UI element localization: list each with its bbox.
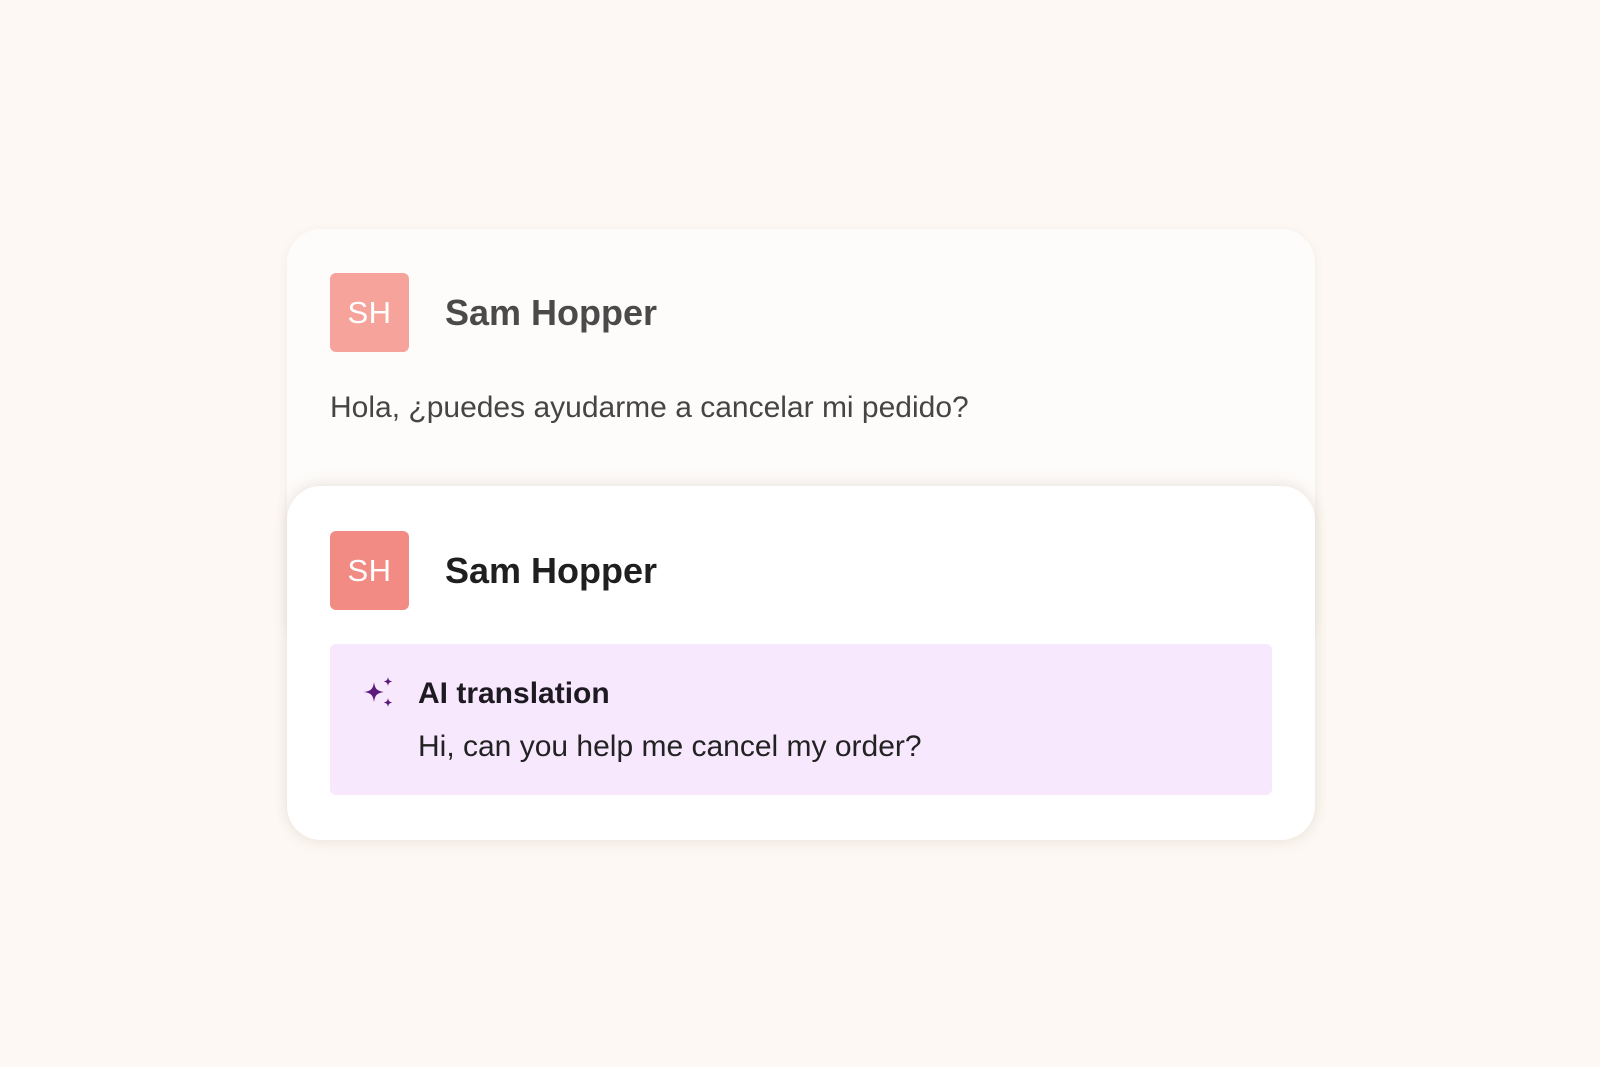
sparkle-icon	[364, 677, 393, 707]
original-message-text: Hola, ¿puedes ayudarme a cancelar mi ped…	[330, 391, 969, 424]
message-header: SH Sam Hopper	[330, 273, 657, 352]
message-header: SH Sam Hopper	[330, 531, 657, 610]
ai-translation-panel: AI translation Hi, can you help me cance…	[330, 644, 1272, 795]
translated-message-card: SH Sam Hopper AI translation Hi, can you…	[287, 486, 1315, 840]
sender-name: Sam Hopper	[445, 549, 658, 591]
avatar: SH	[330, 273, 409, 352]
translation-text: Hi, can you help me cancel my order?	[418, 730, 922, 763]
translation-label: AI translation	[418, 677, 610, 710]
avatar: SH	[330, 531, 409, 610]
sender-name: Sam Hopper	[445, 291, 658, 333]
